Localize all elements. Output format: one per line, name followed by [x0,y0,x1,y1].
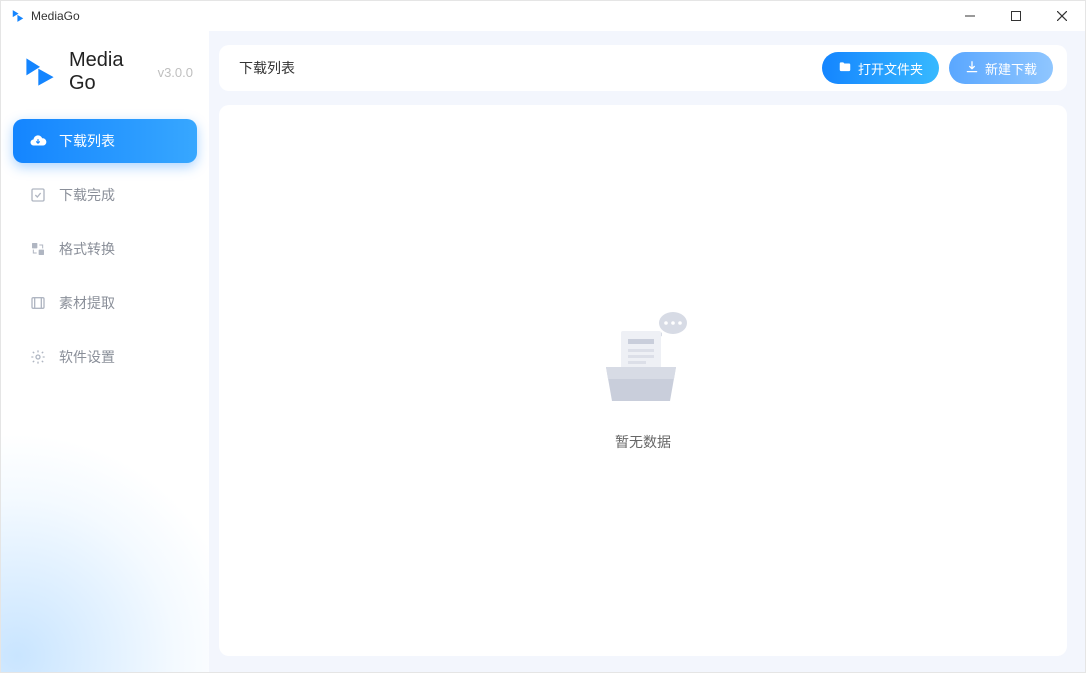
window-title: MediaGo [31,9,80,23]
sidebar-item-label: 格式转换 [59,239,115,259]
gear-icon [29,348,47,366]
app-logo [23,55,57,89]
convert-icon [29,240,47,258]
app-logo-small [11,9,25,23]
page-title: 下载列表 [239,58,295,78]
brand: Media Go v3.0.0 [1,31,209,119]
open-folder-button[interactable]: 打开文件夹 [822,52,939,84]
nav: 下载列表 下载完成 格式转换 素材提取 [1,119,209,379]
sidebar-item-label: 下载列表 [59,131,115,151]
open-folder-label: 打开文件夹 [858,59,923,78]
cloud-download-icon [29,132,47,150]
new-download-button[interactable]: 新建下载 [949,52,1053,84]
sidebar-item-material-extract[interactable]: 素材提取 [13,281,197,325]
titlebar: MediaGo [1,1,1085,31]
close-button[interactable] [1039,1,1085,31]
folder-icon [838,60,852,77]
main: 下载列表 打开文件夹 新建下载 [209,31,1085,672]
sidebar-item-label: 软件设置 [59,347,115,367]
maximize-button[interactable] [993,1,1039,31]
toolbar: 下载列表 打开文件夹 新建下载 [219,45,1067,91]
sidebar-item-label: 下载完成 [59,185,115,205]
sidebar-item-label: 素材提取 [59,293,115,313]
check-square-icon [29,186,47,204]
sidebar: Media Go v3.0.0 下载列表 下载完成 格式转换 [1,31,209,672]
brand-name: Media Go [69,49,140,95]
minimize-button[interactable] [947,1,993,31]
content-panel: 暂无数据 [219,105,1067,656]
empty-state-text: 暂无数据 [615,432,671,452]
sidebar-item-download-list[interactable]: 下载列表 [13,119,197,163]
film-icon [29,294,47,312]
new-download-label: 新建下载 [985,59,1037,78]
sidebar-item-download-complete[interactable]: 下载完成 [13,173,197,217]
empty-state-illustration [588,309,698,414]
sidebar-item-format-convert[interactable]: 格式转换 [13,227,197,271]
download-icon [965,60,979,77]
sidebar-item-settings[interactable]: 软件设置 [13,335,197,379]
brand-version: v3.0.0 [158,65,193,80]
